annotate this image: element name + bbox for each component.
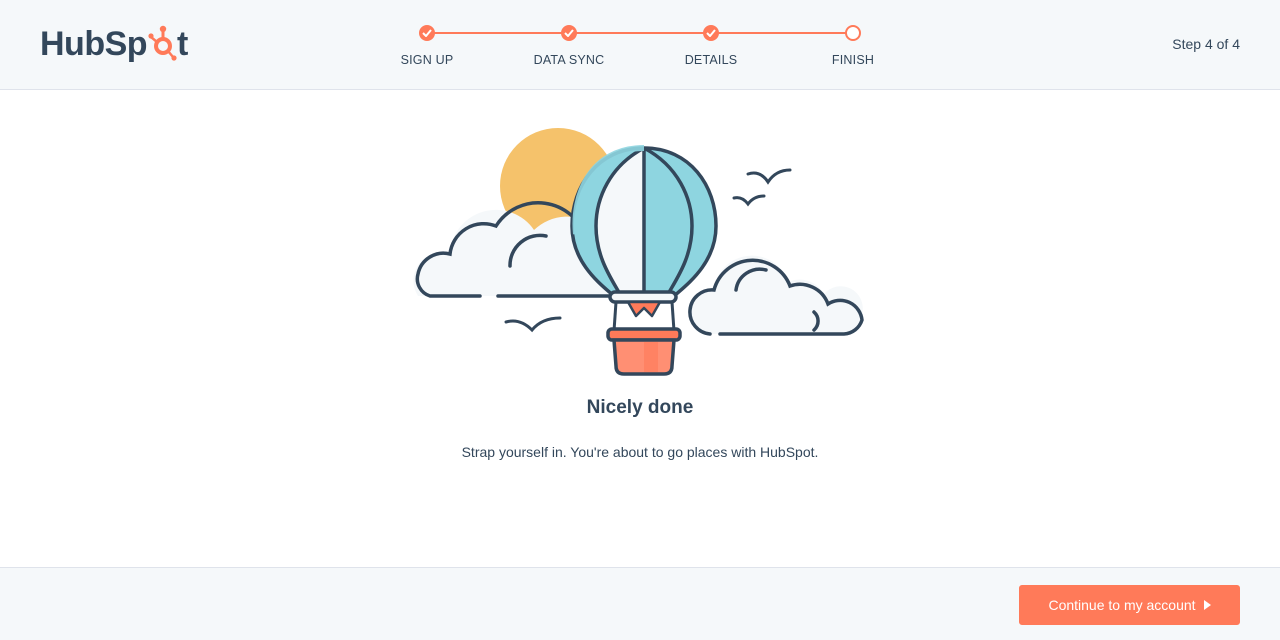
header: HubSp t SIGN UP DATA SYNC DETAILS FINISH…	[0, 0, 1280, 90]
step-label: DETAILS	[684, 53, 738, 67]
progress-stepper: SIGN UP DATA SYNC DETAILS FINISH	[398, 20, 880, 76]
page-subtitle: Strap yourself in. You're about to go pl…	[461, 444, 819, 460]
hot-air-balloon-illustration	[413, 128, 864, 376]
logo-text: HubSp	[40, 24, 148, 63]
stepper-line	[427, 32, 853, 34]
step-label: FINISH	[831, 53, 875, 67]
sprocket-icon	[148, 24, 178, 64]
check-icon	[561, 25, 577, 41]
footer: Continue to my account	[0, 567, 1280, 640]
step-label: DATA SYNC	[533, 53, 605, 67]
step-label: SIGN UP	[400, 53, 454, 67]
step-sign-up: SIGN UP	[367, 20, 487, 67]
continue-button-label: Continue to my account	[1048, 597, 1196, 613]
step-details: DETAILS	[651, 20, 771, 67]
check-icon	[419, 25, 435, 41]
check-icon	[703, 25, 719, 41]
step-data-sync: DATA SYNC	[509, 20, 629, 67]
hubspot-logo[interactable]: HubSp t	[40, 22, 188, 66]
cloud-right-icon	[688, 255, 864, 336]
balloon-icon	[570, 145, 718, 376]
current-step-circle-icon	[845, 25, 861, 41]
step-count: Step 4 of 4	[1172, 36, 1240, 52]
step-finish: FINISH	[793, 20, 913, 67]
page-title: Nicely done	[586, 397, 694, 418]
play-arrow-icon	[1203, 600, 1211, 610]
main-content: Nicely done Strap yourself in. You're ab…	[0, 91, 1280, 567]
continue-to-account-button[interactable]: Continue to my account	[1019, 585, 1240, 625]
logo-text-end: t	[177, 24, 188, 63]
